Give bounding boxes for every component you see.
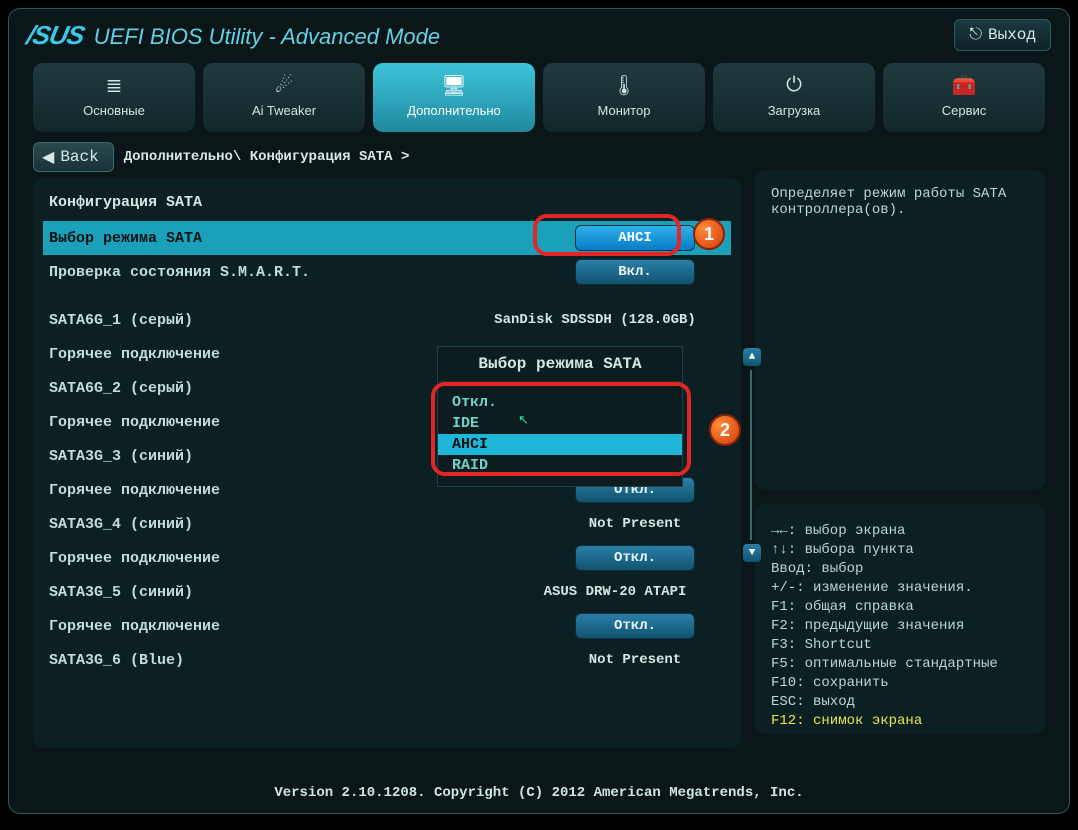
scroll-down-button[interactable]: ▼ [743,544,761,562]
row-hotplug-4[interactable]: Горячее подключение Откл. [43,541,731,575]
help-text: Определяет режим работы SATA контроллера… [771,186,1029,218]
shortcut-line: F3: Shortcut [771,637,1029,653]
scrollbar[interactable]: ▲ ▼ [743,348,759,558]
power-icon: ⏻ [717,73,871,99]
dropdown-option-ide[interactable]: IDE [438,413,682,434]
annotation-badge-1: 1 [693,218,725,250]
footer-version: Version 2.10.1208. Copyright (C) 2012 Am… [9,785,1069,801]
row-label: SATA3G_5 (синий) [49,584,505,601]
tab-ai-tweaker[interactable]: ☄ Ai Tweaker [203,63,365,132]
row-label: Горячее подключение [49,550,545,567]
shortcut-panel: →←: выбор экрана ↑↓: выбора пункта Ввод:… [755,504,1045,734]
header: /SUS UEFI BIOS Utility - Advanced Mode ⎋… [9,9,1069,57]
chip-icon: 🖥 [377,73,531,99]
row-label: Горячее подключение [49,618,545,635]
toolbox-icon: 🧰 [887,73,1041,99]
settings-panel: Конфигурация SATA Выбор режима SATA AHCI… [33,178,741,748]
smart-value-button[interactable]: Вкл. [575,259,695,285]
shortcut-line: F10: сохранить [771,675,1029,691]
row-sata3g6: SATA3G_6 (Blue) Not Present [43,643,731,677]
row-value: SanDisk SDSSDH (128.0GB) [465,312,725,328]
tab-monitor[interactable]: 🌡 Монитор [543,63,705,132]
annotation-badge-2: 2 [709,414,741,446]
shortcut-line: ESC: выход [771,694,1029,710]
row-label: SATA3G_4 (синий) [49,516,545,533]
row-sata-mode[interactable]: Выбор режима SATA AHCI [43,221,731,255]
page-title: UEFI BIOS Utility - Advanced Mode [94,24,440,50]
shortcut-line: F1: общая справка [771,599,1029,615]
thermometer-icon: 🌡 [547,73,701,99]
help-panel: Определяет режим работы SATA контроллера… [755,170,1045,490]
row-smart[interactable]: Проверка состояния S.M.A.R.T. Вкл. [43,255,731,289]
cursor-icon: ↖ [518,413,529,428]
row-sata3g5: SATA3G_5 (синий) ASUS DRW-20 ATAPI [43,575,731,609]
exit-label: Выход [988,26,1036,44]
scroll-track-line [750,370,752,540]
row-sata3g4: SATA3G_4 (синий) Not Present [43,507,731,541]
row-label: SATA6G_1 (серый) [49,312,465,329]
asus-logo: /SUS [24,20,87,51]
section-title: Конфигурация SATA [43,188,731,221]
shortcut-line: F5: оптимальные стандартные [771,656,1029,672]
row-label: SATA3G_6 (Blue) [49,652,545,669]
shortcut-line: +/-: изменение значения. [771,580,1029,596]
row-value: Not Present [545,652,725,668]
tab-tool[interactable]: 🧰 Сервис [883,63,1045,132]
shortcut-line: ↑↓: выбора пункта [771,542,1029,558]
dropdown-option-raid[interactable]: RAID [438,455,682,476]
dropdown-title: Выбор режима SATA [438,347,682,382]
back-arrow-icon: ◀ [42,147,54,167]
row-hotplug-5[interactable]: Горячее подключение Откл. [43,609,731,643]
shortcut-line-screenshot: F12: снимок экрана [771,713,1029,729]
dropdown-option-disabled[interactable]: Откл. [438,392,682,413]
tab-boot[interactable]: ⏻ Загрузка [713,63,875,132]
row-label: Выбор режима SATA [49,230,545,247]
hotplug-value-button[interactable]: Откл. [575,613,695,639]
exit-button[interactable]: ⎋ Выход [954,19,1051,51]
breadcrumb: Дополнительно\ Конфигурация SATA > [124,149,410,165]
exit-icon: ⎋ [969,26,982,44]
hotplug-value-button[interactable]: Откл. [575,545,695,571]
scroll-up-button[interactable]: ▲ [743,348,761,366]
back-button[interactable]: ◀ Back [33,142,114,172]
bios-frame: /SUS UEFI BIOS Utility - Advanced Mode ⎋… [8,8,1070,814]
tab-bar: ≣ Основные ☄ Ai Tweaker 🖥 Дополнительно … [9,63,1069,132]
shortcut-line: →←: выбор экрана [771,523,1029,539]
tab-advanced[interactable]: 🖥 Дополнительно [373,63,535,132]
tab-main[interactable]: ≣ Основные [33,63,195,132]
row-label: Проверка состояния S.M.A.R.T. [49,264,545,281]
sata-mode-value-button[interactable]: AHCI [575,225,695,251]
row-sata6g1: SATA6G_1 (серый) SanDisk SDSSDH (128.0GB… [43,303,731,337]
shortcut-line: F2: предыдущие значения [771,618,1029,634]
sata-mode-dropdown[interactable]: Выбор режима SATA Откл. IDE AHCI RAID ↖ [437,346,683,487]
gauge-icon: ☄ [207,73,361,99]
dropdown-option-ahci[interactable]: AHCI [438,434,682,455]
row-value: ASUS DRW-20 ATAPI [505,584,725,600]
row-value: Not Present [545,516,725,532]
shortcut-line: Ввод: выбор [771,561,1029,577]
list-icon: ≣ [37,73,191,99]
